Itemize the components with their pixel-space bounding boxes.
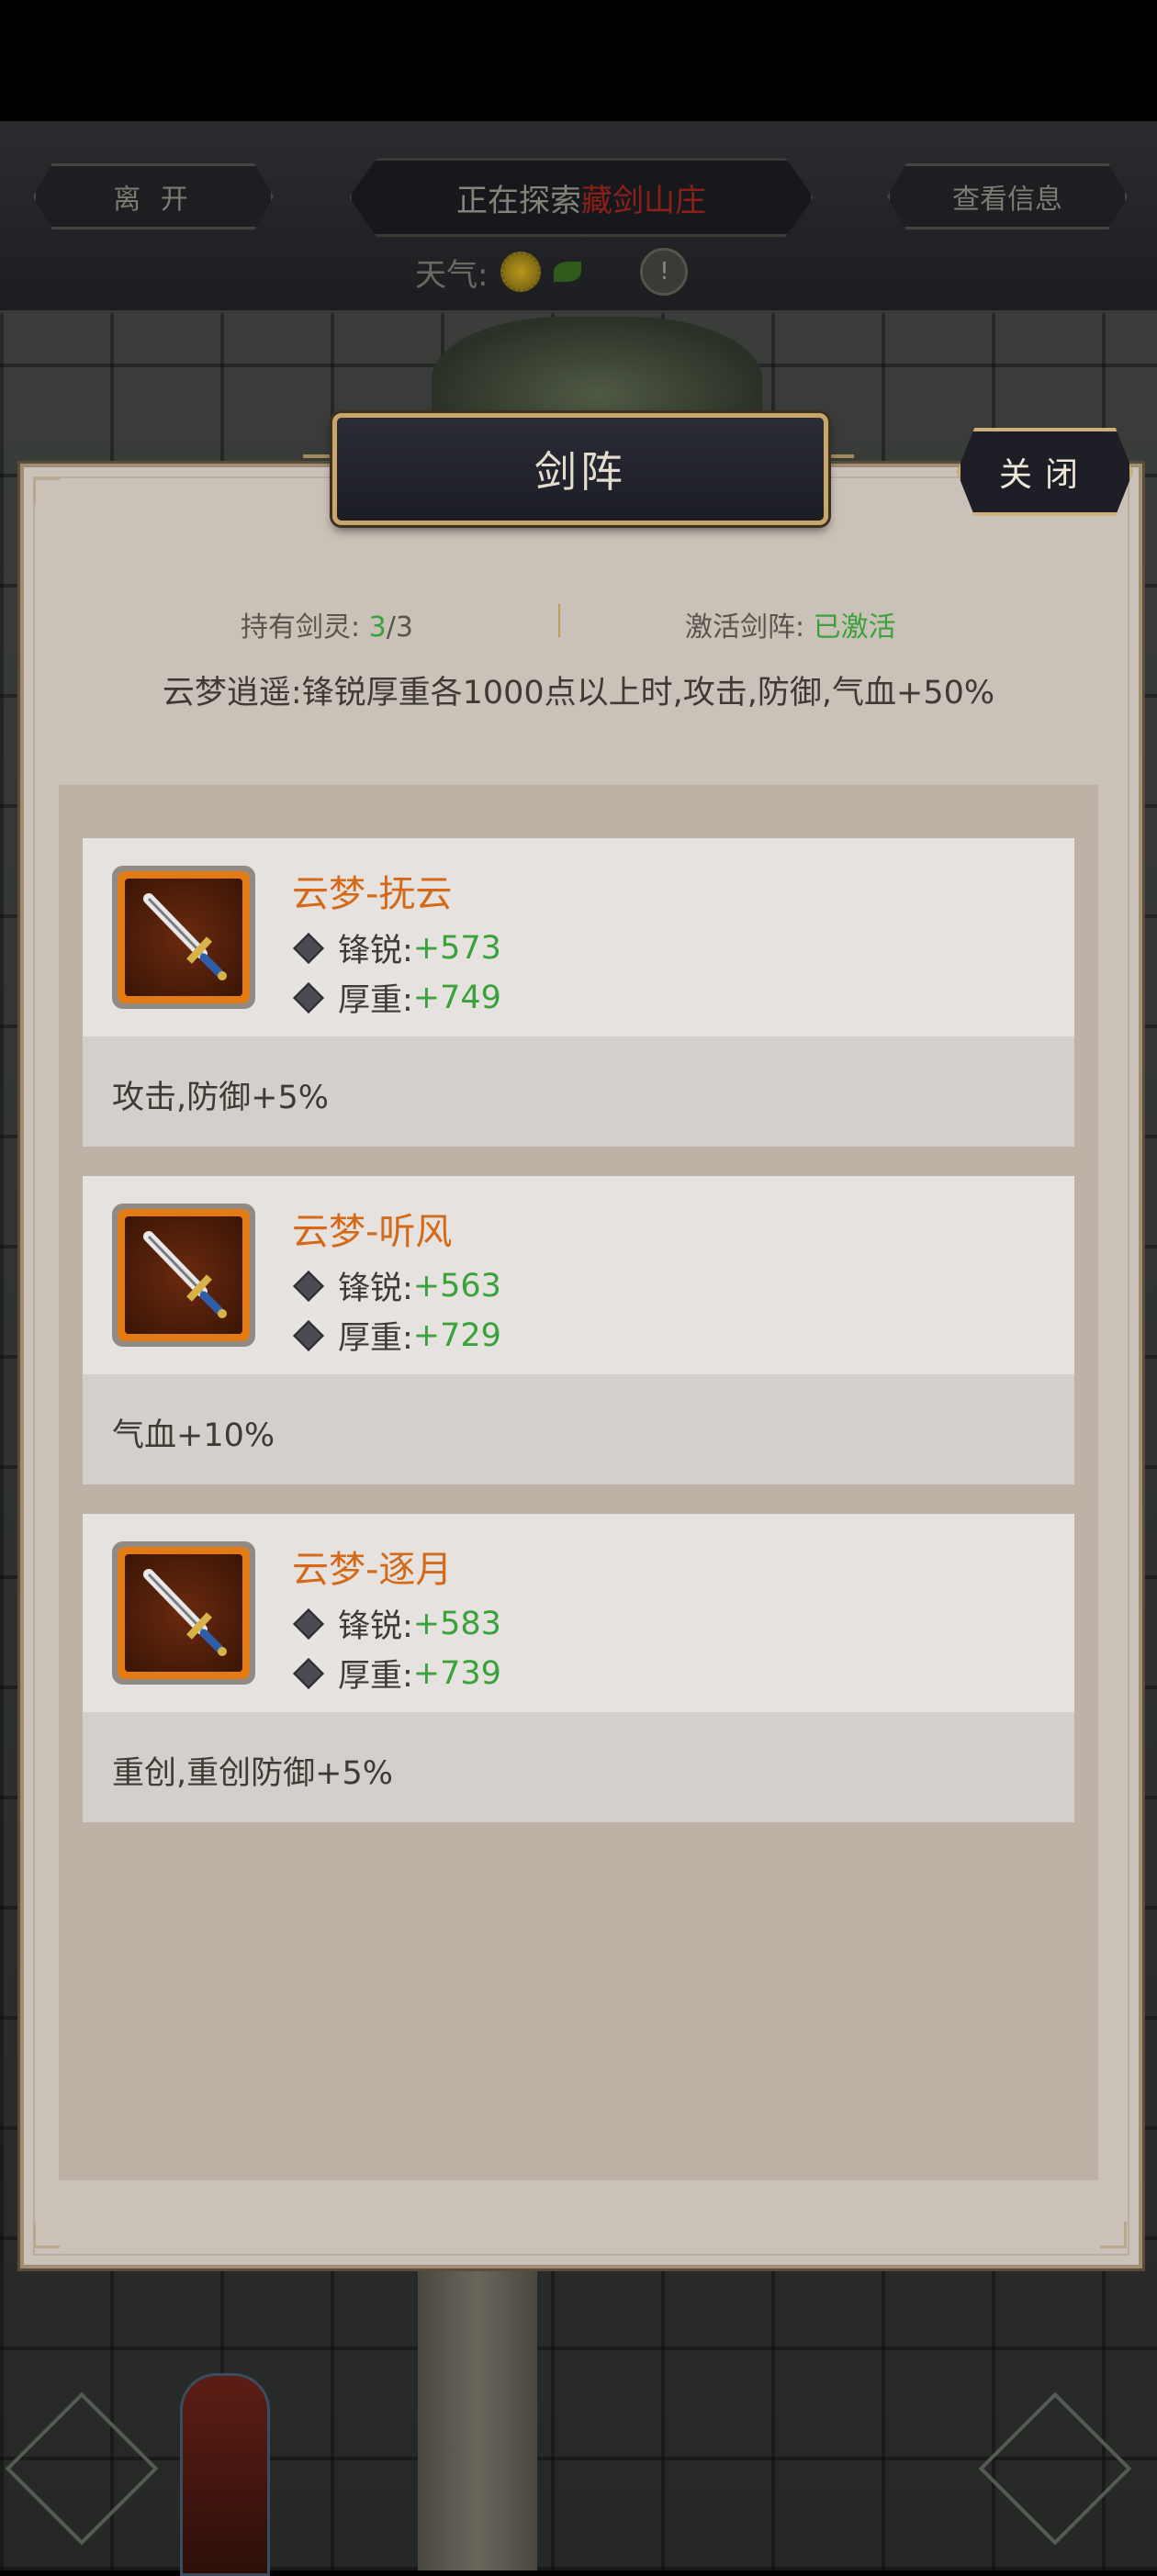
sharpness-row: 锋锐: +583 <box>292 1600 501 1647</box>
weather-label: 天气: <box>415 256 489 294</box>
weight-label: 厚重: <box>338 982 413 1019</box>
status-bar <box>0 0 1157 121</box>
sword-card[interactable]: 云梦-听风 锋锐: +563 厚重: +729 气血+10% <box>83 1176 1074 1484</box>
dialog-title: 剑阵 <box>332 413 828 525</box>
view-info-button[interactable]: 查看信息 <box>887 163 1128 230</box>
card-effect-row: 气血+10% <box>83 1374 1074 1484</box>
spirit-total: /3 <box>386 611 413 644</box>
stone-pillar <box>418 2240 537 2570</box>
weight-value: +729 <box>412 1316 501 1354</box>
card-effect: 攻击,防御+5% <box>112 1080 329 1116</box>
sharpness-value: +563 <box>412 1267 501 1305</box>
card-header: 云梦-逐月 锋锐: +583 厚重: +739 <box>83 1514 1074 1712</box>
leave-button[interactable]: 离 开 <box>33 163 274 230</box>
exploring-banner: 正在探索 藏剑山庄 <box>349 158 814 237</box>
card-name: 云梦-逐月 <box>292 1549 453 1591</box>
diamond-icon <box>293 1319 324 1351</box>
sword-card[interactable]: 云梦-抚云 锋锐: +573 厚重: +749 攻击,防御+5% <box>83 838 1074 1147</box>
close-button[interactable]: 关闭 <box>957 428 1133 516</box>
diamond-icon <box>293 1607 324 1640</box>
card-effect: 重创,重创防御+5% <box>112 1755 393 1792</box>
exploring-location: 藏剑山庄 <box>581 182 706 219</box>
diamond-icon <box>293 981 324 1014</box>
card-header: 云梦-抚云 锋锐: +573 厚重: +749 <box>83 838 1074 1036</box>
card-effect-row: 攻击,防御+5% <box>83 1036 1074 1147</box>
corner-ornament <box>1100 2222 1127 2248</box>
exploring-prefix: 正在探索 <box>456 182 581 219</box>
sword-icon <box>112 866 255 1009</box>
sharpness-label: 锋锐: <box>338 933 413 969</box>
formation-status-value: 已激活 <box>813 611 896 644</box>
sword-icon <box>112 1541 255 1685</box>
card-header: 云梦-听风 锋锐: +563 厚重: +729 <box>83 1176 1074 1374</box>
diamond-icon <box>293 1657 324 1689</box>
sharpness-label: 锋锐: <box>338 1271 413 1307</box>
weight-label: 厚重: <box>338 1320 413 1357</box>
sharpness-value: +583 <box>412 1605 501 1642</box>
weight-value: +739 <box>412 1654 501 1692</box>
spirit-owned: 3 <box>368 611 387 644</box>
card-effect-row: 重创,重创防御+5% <box>83 1712 1074 1822</box>
sharpness-row: 锋锐: +563 <box>292 1262 501 1309</box>
sword-card[interactable]: 云梦-逐月 锋锐: +583 厚重: +739 重创,重创防御+5% <box>83 1514 1074 1822</box>
sun-icon <box>500 252 542 292</box>
card-name: 云梦-抚云 <box>292 873 453 915</box>
spirit-label: 持有剑灵: <box>241 611 361 644</box>
card-name: 云梦-听风 <box>292 1211 453 1253</box>
sharpness-label: 锋锐: <box>338 1608 413 1645</box>
diamond-icon <box>293 1270 324 1302</box>
stat-divider <box>558 604 560 637</box>
corner-ornament <box>33 477 60 504</box>
leaf-icon <box>554 262 582 282</box>
formation-status: 激活剑阵: 已激活 <box>685 604 896 644</box>
weight-value: +749 <box>412 979 501 1016</box>
corner-ornament <box>33 2222 60 2248</box>
weight-row: 厚重: +739 <box>292 1650 501 1697</box>
card-effect: 气血+10% <box>112 1417 275 1454</box>
info-icon[interactable]: ! <box>640 248 689 296</box>
spirit-count: 持有剑灵: 3/3 <box>241 604 413 644</box>
weather-bar: 天气: ! <box>415 248 689 296</box>
sword-icon <box>112 1204 255 1347</box>
formation-label: 激活剑阵: <box>685 611 805 644</box>
formation-description: 云梦逍遥:锋锐厚重各1000点以上时,攻击,防御,气血+50% <box>162 675 995 711</box>
sharpness-row: 锋锐: +573 <box>292 924 501 971</box>
weight-label: 厚重: <box>338 1658 413 1695</box>
diamond-icon <box>293 932 324 964</box>
boat-object[interactable] <box>180 2373 270 2576</box>
sharpness-value: +573 <box>412 929 501 967</box>
weight-row: 厚重: +729 <box>292 1312 501 1359</box>
weight-row: 厚重: +749 <box>292 974 501 1021</box>
